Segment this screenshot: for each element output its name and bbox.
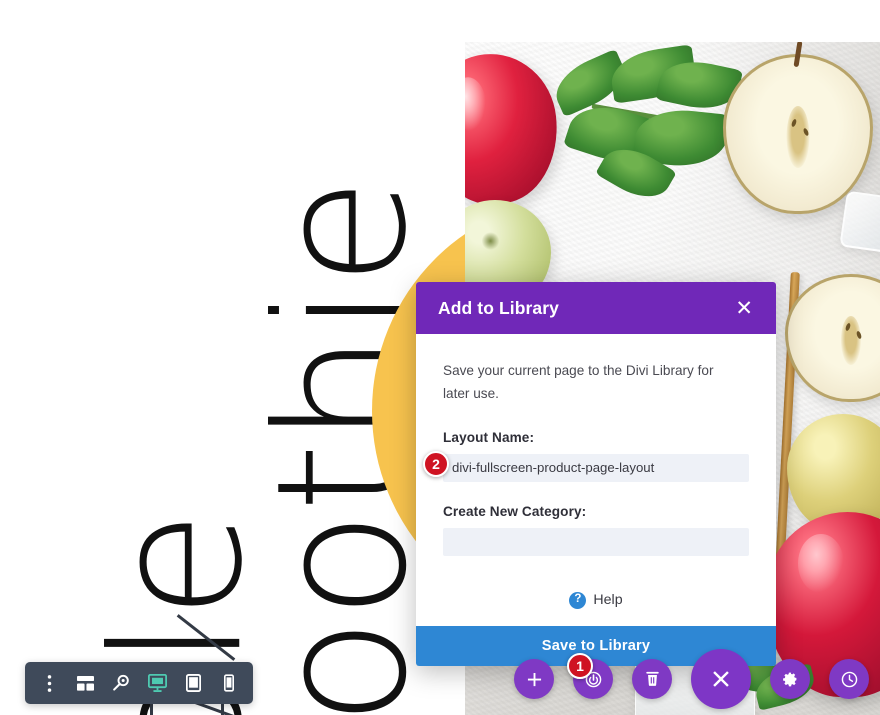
question-mark-icon: ? [569, 591, 587, 609]
close-icon[interactable]: ✕ [733, 296, 755, 321]
history-button[interactable] [829, 659, 869, 699]
help-link[interactable]: ? Help [443, 578, 749, 626]
magnifier-icon [113, 674, 129, 691]
vertical-dots-icon [47, 674, 51, 692]
tablet-icon [185, 674, 201, 692]
phone-view-button[interactable] [211, 662, 247, 704]
modal-title: Add to Library [438, 297, 559, 318]
create-category-field-block: Create New Category: [443, 504, 749, 556]
wireframe-view-button[interactable] [67, 662, 103, 704]
desktop-monitor-icon [147, 674, 167, 692]
more-options-button[interactable] [31, 662, 67, 704]
ice-cube [839, 190, 880, 254]
clock-history-icon [841, 671, 857, 687]
builder-screenshot: AppleSmoothie [0, 0, 880, 715]
create-category-input[interactable] [443, 527, 749, 556]
layout-name-input[interactable] [443, 453, 749, 482]
help-label: Help [593, 592, 623, 609]
apple-slice-top [723, 42, 873, 214]
modal-body: Save your current page to the Divi Libra… [416, 334, 776, 626]
trash-button[interactable] [632, 659, 672, 699]
layout-name-label: Layout Name: [443, 429, 535, 445]
trash-icon [645, 671, 659, 686]
responsive-view-toolbar [25, 662, 253, 704]
wireframe-grid-icon [76, 675, 94, 691]
create-category-label: Create New Category: [443, 503, 587, 519]
add-section-button[interactable] [514, 659, 554, 699]
gear-icon [783, 672, 797, 687]
settings-button[interactable] [770, 659, 810, 699]
mint-leaves [547, 44, 747, 209]
builder-guide-line-a [150, 704, 153, 715]
tablet-view-button[interactable] [175, 662, 211, 704]
modal-description: Save your current page to the Divi Libra… [443, 363, 714, 401]
desktop-view-button[interactable] [139, 662, 175, 704]
close-x-icon [713, 671, 729, 687]
modal-header: Add to Library ✕ [416, 282, 776, 334]
zoom-view-button[interactable] [103, 662, 139, 704]
phone-icon [224, 674, 234, 692]
step-badge-1: 1 [567, 653, 593, 679]
step-badge-2: 2 [423, 451, 449, 477]
close-builder-button[interactable] [691, 649, 751, 709]
layout-name-field-block: Layout Name: [443, 430, 749, 482]
plus-icon [527, 672, 541, 686]
divi-action-toolbar [514, 649, 869, 709]
add-to-library-modal: Add to Library ✕ Save your current page … [416, 282, 776, 679]
